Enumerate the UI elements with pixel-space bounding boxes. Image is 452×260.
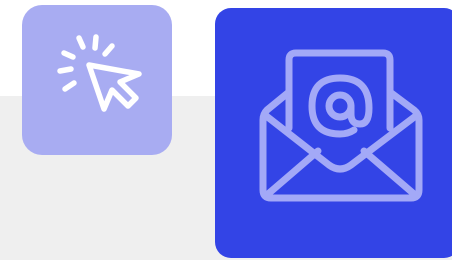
cursor-click-icon: [57, 34, 142, 112]
mail-tile[interactable]: [215, 8, 452, 258]
click-tile[interactable]: [22, 5, 172, 155]
open-envelope-at-sign-icon: [259, 49, 423, 202]
